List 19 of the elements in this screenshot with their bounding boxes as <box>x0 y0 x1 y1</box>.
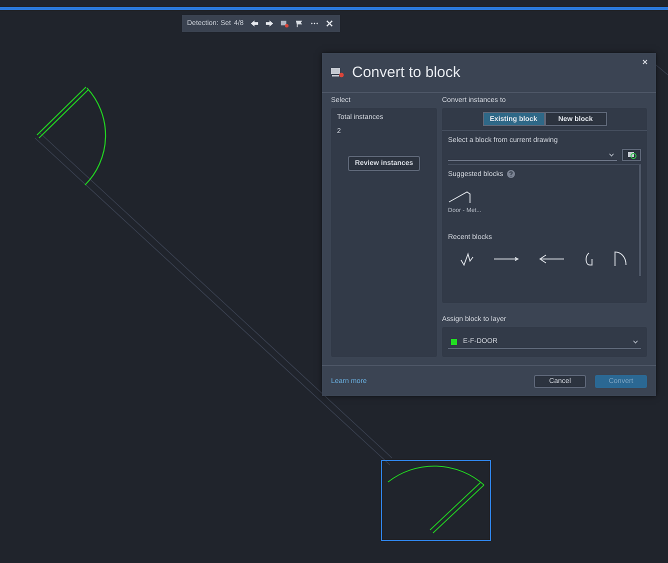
hook-block-icon[interactable] <box>584 252 594 266</box>
dialog-title: Convert to block <box>352 64 460 82</box>
help-icon[interactable] <box>507 170 516 178</box>
block-icon <box>331 67 344 78</box>
arrow-right-icon[interactable] <box>264 19 274 28</box>
zigzag-block-icon[interactable] <box>460 252 474 266</box>
pick-block-button[interactable] <box>622 149 641 162</box>
block-icon[interactable] <box>280 19 289 28</box>
chevron-down-icon[interactable] <box>633 340 638 344</box>
close-icon[interactable] <box>324 19 334 28</box>
door-block-thumbnail[interactable] <box>448 190 472 204</box>
arrow-right-block-icon[interactable] <box>493 256 520 262</box>
arrow-left-block-icon[interactable] <box>538 254 565 264</box>
block-pick-icon <box>626 151 636 160</box>
chevron-down-icon[interactable] <box>609 152 614 157</box>
arrow-left-icon[interactable] <box>250 19 259 28</box>
close-button[interactable] <box>640 57 650 67</box>
arch-block-icon[interactable] <box>613 251 628 266</box>
flag-icon[interactable] <box>294 19 304 28</box>
